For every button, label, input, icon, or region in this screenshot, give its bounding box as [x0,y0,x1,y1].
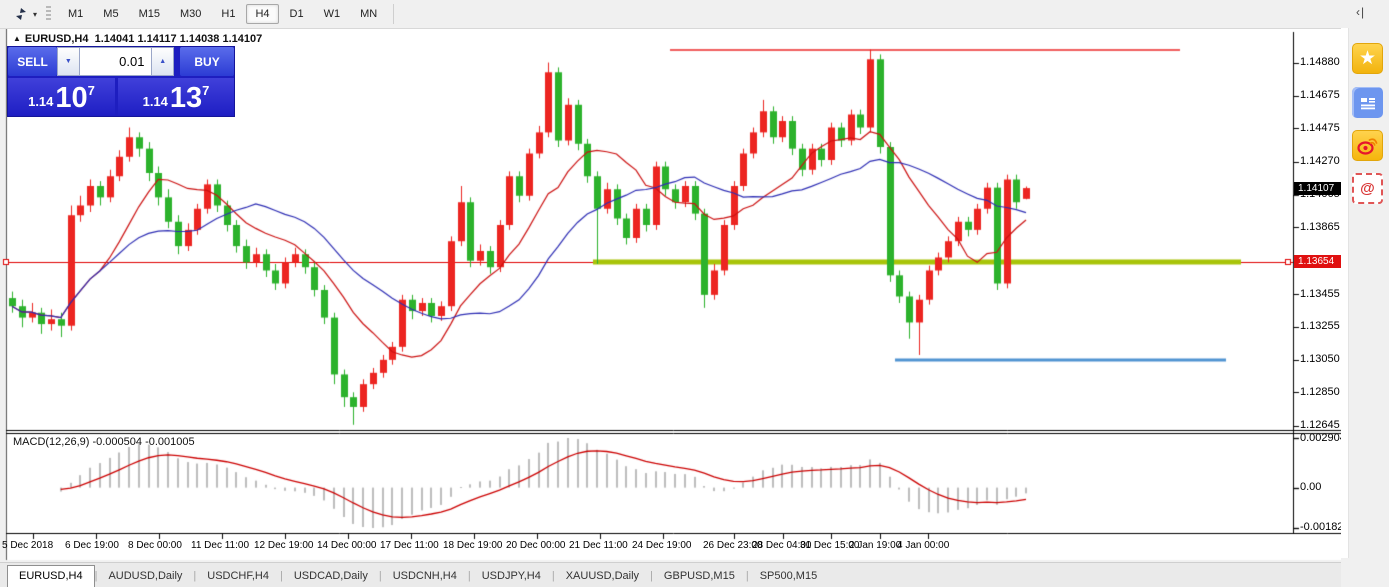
price-axis-label: 1.13865 [1300,221,1340,233]
sell-price-point: 7 [88,83,95,98]
top-toolbar: ▾ M1M5M15M30H1H4D1W1MN [0,0,1389,29]
chart-tab-usdjpy-h4[interactable]: USDJPY,H4 [471,566,552,587]
price-axis-label: 1.12645 [1300,419,1340,431]
one-click-trading-panel: SELL ▼ 0.01 ▲ BUY 1.14 10 7 1.14 13 7 [8,47,234,116]
sell-button[interactable]: SELL [8,47,57,76]
sell-price-display[interactable]: 1.14 10 7 [8,78,115,115]
sell-price-base: 1.14 [28,94,53,109]
chart-ohlc-values: 1.14041 1.14117 1.14038 1.14107 [95,33,263,45]
time-axis-label: 18 Dec 19:00 [443,540,503,551]
chart-tab-eurusd-h4[interactable]: EURUSD,H4 [7,565,95,587]
buy-button[interactable]: BUY [180,47,234,76]
tile-windows-icon [13,7,29,21]
time-axis-label: 4 Jan 00:00 [897,540,949,551]
weibo-icon [1357,136,1378,155]
time-axis-label: 12 Dec 19:00 [254,540,314,551]
chart-tab-sp500-m15[interactable]: SP500,M15 [749,566,828,587]
chart-title: ▲ EURUSD,H4 1.14041 1.14117 1.14038 1.141… [13,33,262,45]
mt4-window: ▾ M1M5M15M30H1H4D1W1MN ▲ EURUSD,H4 1.1404… [0,0,1389,587]
buy-price-pips: 13 [170,83,202,113]
price-axis-label: 1.13455 [1300,288,1340,300]
chart-tab-gbpusd-m15[interactable]: GBPUSD,M15 [653,566,746,587]
chart-symbol-period: EURUSD,H4 [25,33,89,45]
price-axis-label: 1.12850 [1300,386,1340,398]
macd-indicator-label: MACD(12,26,9) -0.000504 -0.001005 [13,436,195,448]
star-icon: ★ [1359,49,1376,68]
chart-tab-bar: EURUSD,H4|AUDUSD,Daily|USDCHF,H4|USDCAD,… [0,562,1389,587]
timeframe-button-w1[interactable]: W1 [315,4,350,24]
chart-tools-button[interactable]: ▾ [8,5,42,23]
buy-price-display[interactable]: 1.14 13 7 [118,78,234,115]
toolbar-grip[interactable] [46,6,51,22]
time-axis-label: 6 Dec 19:00 [65,540,119,551]
level-price-badge: 1.13654 [1294,255,1345,268]
at-mail-icon: @ [1360,180,1375,197]
collapse-sidebar-button[interactable]: ‹| [1356,5,1365,19]
time-axis-label: 11 Dec 11:00 [191,540,249,551]
price-axis-label: 1.13050 [1300,353,1340,365]
buy-price-base: 1.14 [143,94,168,109]
chart-tab-usdcad-daily[interactable]: USDCAD,Daily [283,566,379,587]
symbol-marker-icon: ▲ [13,34,21,43]
timeframe-toolbar: M1M5M15M30H1H4D1W1MN [58,4,387,24]
timeframe-button-d1[interactable]: D1 [281,4,313,24]
timeframe-button-m1[interactable]: M1 [59,4,92,24]
chart-tab-usdcnh-h4[interactable]: USDCNH,H4 [382,566,468,587]
volume-decrease-button[interactable]: ▼ [57,47,80,76]
price-axis-label: 1.13255 [1300,320,1340,332]
chevron-down-icon: ▾ [33,10,37,19]
time-axis-label: 2 Jan 19:00 [849,540,901,551]
sell-price-pips: 10 [55,83,87,113]
favorites-button[interactable]: ★ [1352,43,1383,74]
time-axis-label: 8 Dec 00:00 [128,540,182,551]
time-axis-label: 5 Dec 2018 [2,540,53,551]
timeframe-button-m30[interactable]: M30 [171,4,210,24]
chart-tab-usdchf-h4[interactable]: USDCHF,H4 [196,566,280,587]
right-sidebar: ‹| ★ @ [1341,0,1389,587]
price-axis-label: 1.14270 [1300,155,1340,167]
newspaper-icon [1359,95,1377,111]
macd-scale-max: 0.002904 [1300,432,1346,444]
price-axis-label: 1.14675 [1300,89,1340,101]
timeframe-button-h1[interactable]: H1 [212,4,244,24]
weibo-button[interactable] [1352,130,1383,161]
chart-tab-xauusd-daily[interactable]: XAUUSD,Daily [555,566,650,587]
volume-input[interactable]: 0.01 [80,47,152,76]
time-axis-label: 21 Dec 11:00 [569,540,628,551]
timeframe-button-h4[interactable]: H4 [246,4,278,24]
mail-button[interactable]: @ [1352,173,1383,204]
price-axis-label: 1.14475 [1300,122,1340,134]
chart-tab-audusd-daily[interactable]: AUDUSD,Daily [97,566,193,587]
timeframe-button-mn[interactable]: MN [351,4,386,24]
time-axis-label: 14 Dec 00:00 [317,540,377,551]
price-axis-label: 1.14880 [1300,56,1340,68]
current-price-badge: 1.14107 [1294,182,1345,195]
timeframe-button-m15[interactable]: M15 [130,4,169,24]
sidebar-scroll-strip[interactable] [1341,28,1349,558]
time-axis-label: 17 Dec 11:00 [380,540,439,551]
buy-price-point: 7 [202,83,209,98]
macd-scale-zero: 0.00 [1300,481,1321,493]
toolbar-separator [393,4,394,24]
time-axis-label: 24 Dec 19:00 [632,540,692,551]
news-button[interactable] [1352,87,1383,118]
volume-increase-button[interactable]: ▲ [151,47,174,76]
timeframe-button-m5[interactable]: M5 [94,4,127,24]
time-axis-label: 20 Dec 00:00 [506,540,566,551]
